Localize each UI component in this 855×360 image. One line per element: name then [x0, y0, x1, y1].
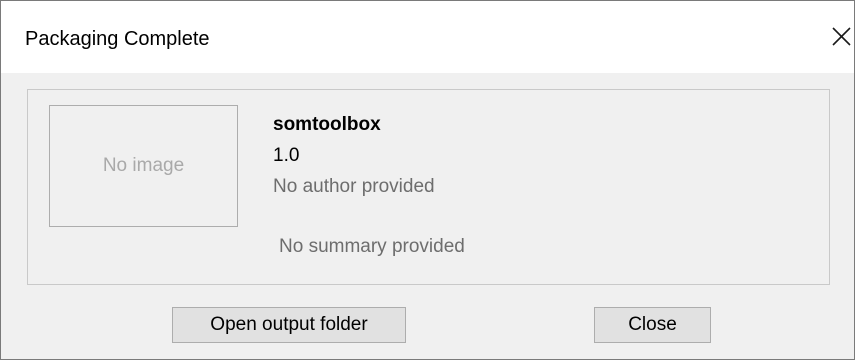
package-version: 1.0 [273, 145, 300, 166]
package-summary: No summary provided [279, 236, 465, 257]
title-bar: Packaging Complete [1, 1, 854, 73]
close-icon [832, 27, 851, 46]
open-output-folder-button[interactable]: Open output folder [172, 307, 406, 343]
package-info-panel: No image somtoolbox 1.0 No author provid… [27, 89, 830, 285]
dialog-title: Packaging Complete [25, 28, 210, 50]
package-author: No author provided [273, 176, 435, 197]
packaging-complete-dialog: Packaging Complete No image somtoolbox 1… [0, 0, 855, 360]
package-name: somtoolbox [273, 114, 381, 135]
close-button[interactable]: Close [594, 307, 711, 343]
close-window-button[interactable] [824, 15, 854, 55]
no-image-label: No image [102, 155, 185, 176]
package-image-placeholder: No image [49, 105, 238, 227]
